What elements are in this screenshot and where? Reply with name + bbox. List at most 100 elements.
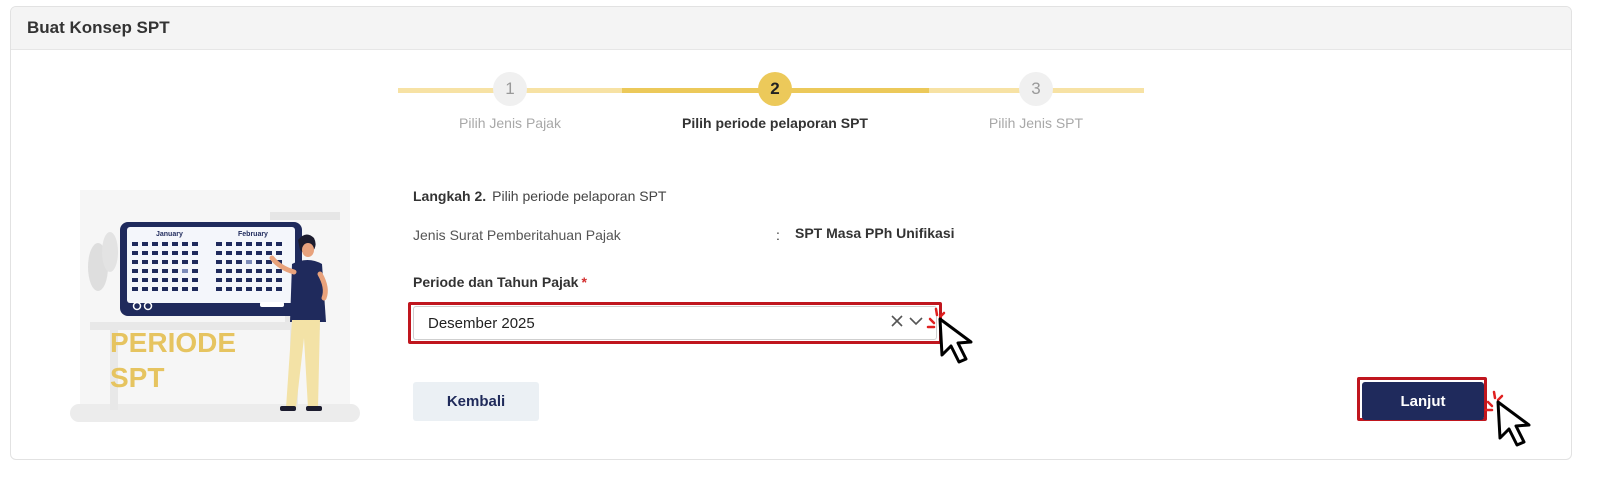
stepper: 1 Pilih Jenis Pajak 2 Pilih periode pela…	[398, 72, 1146, 142]
calendar-day-cell	[236, 242, 242, 246]
required-mark: *	[581, 274, 587, 290]
back-button[interactable]: Kembali	[413, 382, 539, 421]
calendar-day-cell	[246, 269, 252, 273]
calendar-day-cell	[132, 242, 138, 246]
calendar-day-cell	[256, 242, 262, 246]
step-text: Pilih periode pelaporan SPT	[492, 188, 667, 204]
calendar-day-cell	[236, 260, 242, 264]
calendar-day-cell	[162, 242, 168, 246]
click-cursor-icon	[926, 307, 973, 364]
calendar-day-cell	[192, 278, 198, 282]
chevron-down-icon[interactable]	[908, 314, 924, 333]
calendar-day-cell	[226, 260, 232, 264]
calendar-day-cell	[266, 278, 272, 282]
calendar-day-cell	[256, 260, 262, 264]
calendar-day-cell	[152, 251, 158, 255]
step-2: 2 Pilih periode pelaporan SPT	[675, 72, 875, 131]
calendar-day-cell	[236, 251, 242, 255]
step-1-label: Pilih Jenis Pajak	[459, 115, 561, 131]
calendar-day-cell	[192, 242, 198, 246]
period-select[interactable]: Desember 2025	[413, 306, 937, 340]
next-button[interactable]: Lanjut	[1362, 382, 1484, 420]
calendar-day-cell	[216, 278, 222, 282]
calendar-day-cell	[246, 251, 252, 255]
calendar-day-cell	[142, 278, 148, 282]
calendar-day-cell	[226, 242, 232, 246]
calendar-day-cell	[226, 251, 232, 255]
calendar-day-cell	[132, 269, 138, 273]
calendar-day-cell	[276, 242, 282, 246]
calendar-day-cell	[182, 287, 188, 291]
calendar-illustration: January February PERIODE SPT	[70, 190, 360, 422]
calendar-day-cell	[216, 251, 222, 255]
calendar-month-1: January	[156, 231, 183, 238]
step-3-label: Pilih Jenis SPT	[988, 115, 1084, 131]
calendar-day-cell	[216, 260, 222, 264]
calendar-day-cell	[172, 251, 178, 255]
calendar-day-cell	[162, 260, 168, 264]
calendar-day-cell	[142, 260, 148, 264]
calendar-day-cell	[132, 287, 138, 291]
calendar-day-cell	[226, 269, 232, 273]
calendar-day-cell	[162, 269, 168, 273]
calendar-day-cell	[246, 260, 252, 264]
calendar-day-cell	[246, 278, 252, 282]
calendar-day-cell	[152, 260, 158, 264]
step-description: Langkah 2. Pilih periode pelaporan SPT	[413, 188, 666, 204]
calendar-day-cell	[266, 269, 272, 273]
calendar-day-cell	[182, 242, 188, 246]
calendar-day-cell	[142, 251, 148, 255]
calendar-day-cell	[152, 242, 158, 246]
calendar-day-cell	[266, 287, 272, 291]
calendar-day-cell	[172, 287, 178, 291]
calendar-day-cell	[256, 287, 262, 291]
period-field-label: Periode dan Tahun Pajak *	[413, 274, 587, 290]
calendar-day-cell	[172, 269, 178, 273]
calendar-day-cell	[216, 242, 222, 246]
calendar-day-cell	[216, 269, 222, 273]
calendar-day-cell	[182, 278, 188, 282]
step-1: 1 Pilih Jenis Pajak	[410, 72, 610, 131]
card-header: Buat Konsep SPT	[11, 7, 1571, 50]
calendar-day-cell	[226, 278, 232, 282]
calendar-day-cell	[152, 278, 158, 282]
calendar-day-cell	[246, 287, 252, 291]
calendar-day-cell	[182, 260, 188, 264]
calendar-day-cell	[236, 269, 242, 273]
calendar-day-cell	[276, 269, 282, 273]
page-title: Buat Konsep SPT	[27, 18, 170, 37]
calendar-day-cell	[236, 287, 242, 291]
illustration-caption-line2: SPT	[110, 362, 164, 393]
spt-type-value: SPT Masa PPh Unifikasi	[795, 225, 955, 241]
calendar-day-cell	[266, 251, 272, 255]
calendar-day-cell	[236, 278, 242, 282]
calendar-day-cell	[182, 269, 188, 273]
calendar-day-cell	[162, 287, 168, 291]
calendar-day-cell	[246, 242, 252, 246]
step-3: 3 Pilih Jenis SPT	[936, 72, 1136, 131]
period-select-value: Desember 2025	[428, 314, 535, 332]
calendar-day-cell	[192, 269, 198, 273]
period-illustration: January February PERIODE SPT	[70, 182, 360, 432]
calendar-month-2: February	[238, 231, 268, 238]
calendar-day-cell	[172, 278, 178, 282]
calendar-day-cell	[276, 287, 282, 291]
illustration-caption-line1: PERIODE	[110, 327, 236, 358]
spt-type-colon: :	[776, 227, 780, 243]
spt-type-label: Jenis Surat Pemberitahuan Pajak	[413, 227, 621, 243]
step-2-label: Pilih periode pelaporan SPT	[682, 115, 868, 131]
calendar-day-cell	[192, 260, 198, 264]
calendar-day-cell	[256, 269, 262, 273]
calendar-day-cell	[276, 278, 282, 282]
clear-icon[interactable]	[890, 314, 904, 333]
step-1-number: 1	[493, 72, 527, 106]
calendar-day-cell	[142, 242, 148, 246]
calendar-day-cell	[142, 287, 148, 291]
click-cursor-icon	[1484, 390, 1531, 447]
calendar-day-cell	[256, 251, 262, 255]
calendar-day-cell	[192, 251, 198, 255]
calendar-day-cell	[132, 278, 138, 282]
calendar-day-cell	[266, 242, 272, 246]
calendar-day-cell	[256, 278, 262, 282]
calendar-day-cell	[152, 287, 158, 291]
